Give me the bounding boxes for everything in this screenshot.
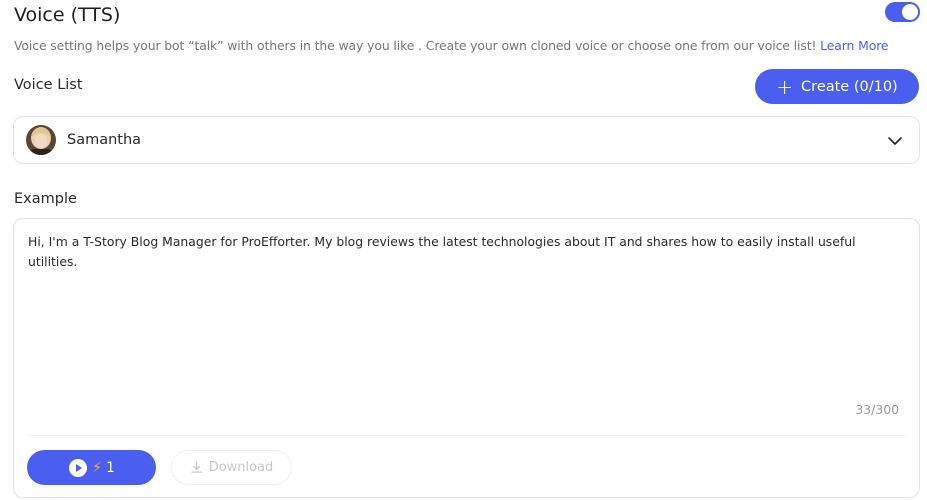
divider bbox=[27, 435, 906, 436]
play-icon bbox=[69, 458, 88, 477]
download-button[interactable]: Download bbox=[171, 450, 292, 485]
voice-description: Voice setting helps your bot “talk” with… bbox=[14, 38, 889, 53]
play-preview-button[interactable]: ⚡ 1 bbox=[27, 450, 156, 485]
example-text[interactable]: Hi, I'm a T-Story Blog Manager for ProEf… bbox=[28, 232, 898, 272]
chevron-down-icon bbox=[888, 137, 902, 145]
plus-icon: + bbox=[776, 74, 794, 99]
example-label: Example bbox=[14, 191, 77, 207]
learn-more-link[interactable]: Learn More bbox=[820, 38, 888, 53]
example-textarea[interactable]: Hi, I'm a T-Story Blog Manager for ProEf… bbox=[13, 218, 920, 498]
voice-tts-toggle[interactable] bbox=[885, 2, 920, 22]
description-text: Voice setting helps your bot “talk” with… bbox=[14, 38, 817, 53]
download-label: Download bbox=[208, 460, 274, 475]
character-counter: 33/300 bbox=[855, 402, 899, 417]
create-voice-button[interactable]: + Create (0/10) bbox=[755, 69, 919, 104]
lightning-icon: ⚡ bbox=[92, 459, 102, 476]
selected-voice-name: Samantha bbox=[67, 132, 142, 148]
download-icon bbox=[190, 461, 202, 473]
voice-tts-title: Voice (TTS) bbox=[14, 4, 121, 26]
voice-list-label: Voice List bbox=[14, 77, 83, 93]
play-cost: 1 bbox=[105, 459, 115, 476]
voice-select[interactable]: Samantha bbox=[13, 116, 920, 164]
create-button-label: Create (0/10) bbox=[801, 78, 898, 95]
voice-avatar bbox=[26, 125, 56, 155]
toggle-knob bbox=[902, 4, 918, 20]
